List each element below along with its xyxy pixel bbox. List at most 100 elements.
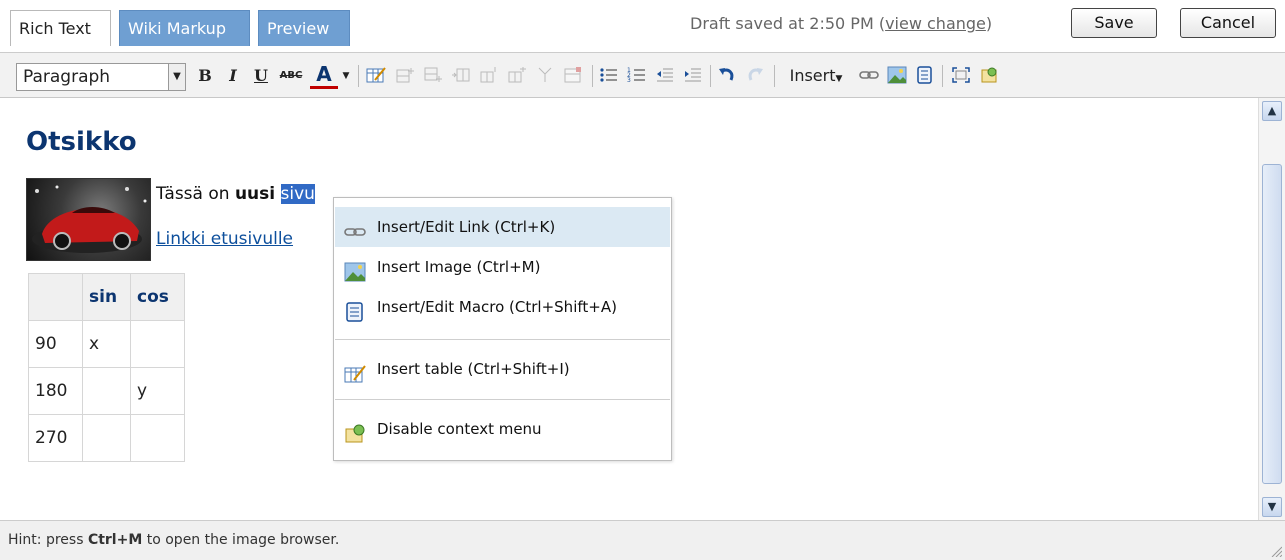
hint-prefix: Hint: press	[8, 532, 88, 548]
delete-column-icon[interactable]	[532, 62, 558, 90]
insert-column-before-icon[interactable]	[448, 62, 474, 90]
car-image-graphic	[32, 185, 147, 253]
editor-header: Rich Text Wiki Markup Preview Draft save…	[0, 0, 1285, 50]
context-menu-separator	[335, 339, 670, 340]
context-menu-item-insert-image[interactable]: Insert Image (Ctrl+M)	[335, 247, 670, 287]
toolbar-separator	[710, 65, 711, 87]
context-menu-item-disable-menu[interactable]: Disable context menu	[335, 409, 670, 449]
insert-table-icon	[344, 359, 366, 383]
outdent-icon[interactable]	[652, 62, 678, 90]
paragraph-format-select[interactable]: Paragraph ▼	[16, 63, 186, 91]
save-button[interactable]: Save	[1071, 8, 1157, 38]
image-icon[interactable]	[884, 62, 910, 90]
table-header-cell[interactable]: sin	[82, 273, 131, 321]
toolbar-separator	[942, 65, 943, 87]
scroll-down-button[interactable]: ▼	[1262, 497, 1282, 517]
toolbar-separator	[592, 65, 593, 87]
paragraph-text-plain: Tässä on	[156, 184, 235, 204]
context-menu-item-label: Insert/Edit Macro (Ctrl+Shift+A)	[377, 298, 617, 316]
table-header-row: sin cos	[28, 273, 185, 321]
table-row: 180 y	[28, 367, 185, 415]
table-cell[interactable]: x	[82, 320, 131, 368]
editor-toolbar: Paragraph ▼ B I U ABC A ▼ 123 Insert▼	[0, 52, 1285, 98]
context-menu: Insert/Edit Link (Ctrl+K) Insert Image (…	[333, 197, 672, 461]
hint-shortcut: Ctrl+M	[87, 532, 143, 548]
link-icon	[344, 217, 366, 237]
context-menu-separator	[335, 399, 670, 400]
svg-text:3: 3	[627, 77, 631, 84]
undo-icon[interactable]	[714, 62, 740, 90]
indent-icon[interactable]	[680, 62, 706, 90]
macro-icon	[344, 297, 366, 322]
tab-rich-text[interactable]: Rich Text	[10, 10, 111, 46]
table-cell[interactable]: 180	[28, 367, 83, 415]
page-heading: Otsikko	[26, 127, 137, 157]
chevron-down-icon: ▼	[835, 74, 843, 84]
scroll-up-button[interactable]: ▲	[1262, 101, 1282, 121]
home-link[interactable]: Linkki etusivulle	[156, 229, 293, 249]
bulleted-list-icon[interactable]	[596, 62, 622, 90]
context-menu-item-insert-macro[interactable]: Insert/Edit Macro (Ctrl+Shift+A)	[335, 287, 670, 327]
font-color-dropdown-icon[interactable]: ▼	[339, 62, 353, 90]
underline-button[interactable]: U	[250, 62, 272, 90]
selected-text[interactable]: sivu	[280, 184, 315, 204]
link-icon[interactable]	[856, 62, 882, 90]
table-cell[interactable]: y	[130, 367, 185, 415]
paragraph-text[interactable]: Tässä on uusi sivu	[156, 184, 315, 204]
tab-wiki-markup[interactable]: Wiki Markup	[119, 10, 250, 46]
table-row: 90 x	[28, 320, 185, 368]
strikethrough-button[interactable]: ABC	[278, 62, 304, 90]
table-cell[interactable]	[82, 367, 131, 415]
toolbar-separator	[358, 65, 359, 87]
disable-menu-icon	[344, 419, 366, 443]
paragraph-text-space	[275, 184, 280, 204]
table-cell[interactable]	[130, 320, 185, 368]
table-cell[interactable]	[130, 414, 185, 462]
content-table[interactable]: sin cos 90 x 180 y 270	[28, 273, 185, 462]
hint-suffix: to open the image browser.	[142, 532, 340, 548]
insert-row-before-icon[interactable]	[392, 62, 418, 90]
insert-menu-button[interactable]: Insert▼	[780, 62, 852, 90]
insert-column-after-icon[interactable]	[476, 62, 502, 90]
cancel-button[interactable]: Cancel	[1180, 8, 1276, 38]
context-menu-item-insert-link[interactable]: Insert/Edit Link (Ctrl+K)	[335, 207, 670, 247]
vertical-scrollbar[interactable]: ▲ ▼	[1258, 98, 1285, 520]
car-image[interactable]	[26, 178, 151, 261]
table-row: 270	[28, 414, 185, 462]
italic-button[interactable]: I	[222, 62, 244, 90]
context-menu-item-label: Insert Image (Ctrl+M)	[377, 258, 541, 276]
delete-row-icon[interactable]	[504, 62, 530, 90]
table-header-cell[interactable]	[28, 273, 83, 321]
tab-preview[interactable]: Preview	[258, 10, 350, 46]
table-header-cell[interactable]: cos	[130, 273, 185, 321]
context-menu-item-label: Disable context menu	[377, 420, 542, 438]
table-properties-icon[interactable]	[560, 62, 586, 90]
context-menu-item-label: Insert/Edit Link (Ctrl+K)	[377, 218, 556, 236]
chevron-down-icon: ▼	[168, 64, 185, 90]
table-cell[interactable]: 90	[28, 320, 83, 368]
insert-table-icon[interactable]	[363, 62, 389, 90]
draft-status-text: Draft saved at 2:50 PM	[690, 14, 874, 33]
bold-button[interactable]: B	[194, 62, 216, 90]
resize-grip-icon[interactable]	[1270, 545, 1282, 557]
view-change-link[interactable]: view change	[885, 14, 986, 33]
insert-menu-label: Insert	[789, 66, 836, 85]
draft-status: Draft saved at 2:50 PM (view change)	[690, 14, 993, 33]
toolbar-separator	[774, 65, 775, 87]
fullscreen-icon[interactable]	[948, 62, 974, 90]
paragraph-text-bold: uusi	[234, 184, 276, 204]
image-icon	[344, 257, 366, 282]
macro-icon[interactable]	[912, 62, 938, 90]
paragraph-format-value: Paragraph	[23, 67, 111, 87]
scrollbar-thumb[interactable]	[1262, 164, 1282, 484]
context-menu-item-insert-table[interactable]: Insert table (Ctrl+Shift+I)	[335, 349, 670, 389]
insert-row-after-icon[interactable]	[420, 62, 446, 90]
redo-icon[interactable]	[742, 62, 768, 90]
context-menu-item-label: Insert table (Ctrl+Shift+I)	[377, 360, 570, 378]
settings-icon[interactable]	[976, 62, 1002, 90]
table-cell[interactable]: 270	[28, 414, 83, 462]
table-cell[interactable]	[82, 414, 131, 462]
numbered-list-icon[interactable]: 123	[624, 62, 650, 90]
hint-bar: Hint: press Ctrl+M to open the image bro…	[0, 520, 1285, 560]
font-color-button[interactable]: A	[310, 62, 338, 89]
